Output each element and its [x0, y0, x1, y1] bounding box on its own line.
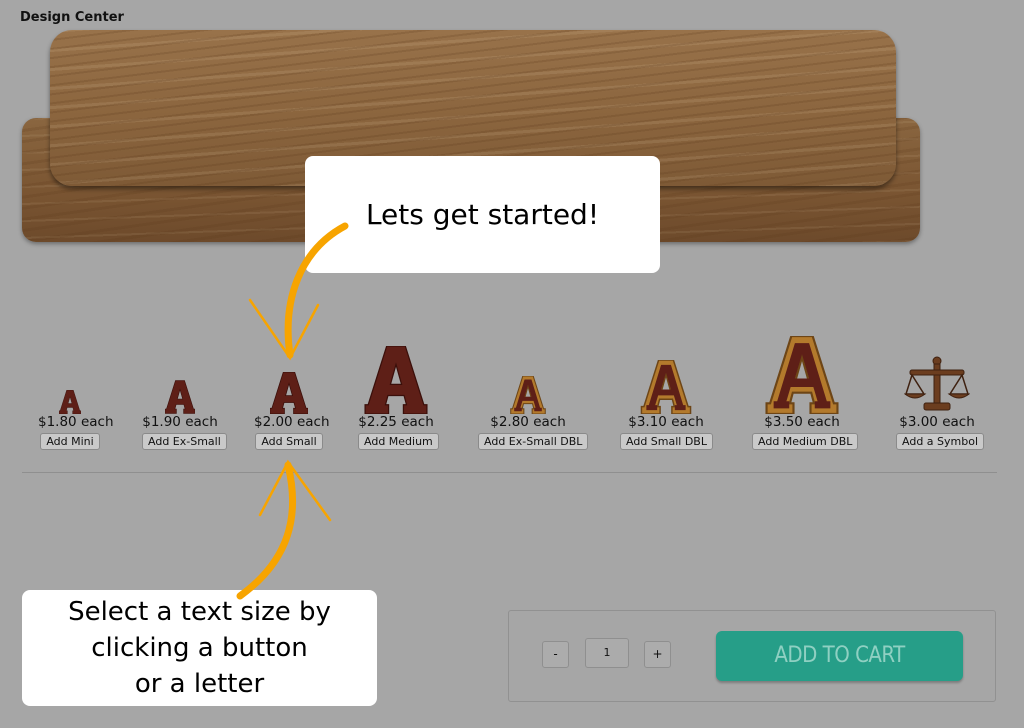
arrowhead-down-icon: [248, 298, 320, 361]
arrow-up-icon: [236, 461, 297, 600]
arrow-down-icon: [284, 222, 349, 359]
tutorial-arrows: [236, 222, 349, 600]
